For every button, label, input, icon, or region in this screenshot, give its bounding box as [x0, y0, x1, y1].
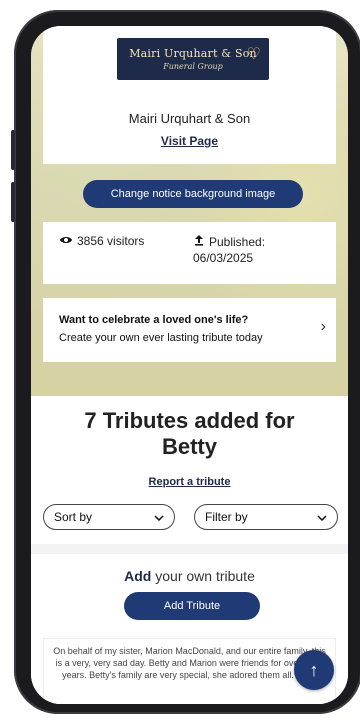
upload-icon: [193, 234, 205, 250]
add-tribute-heading: Add your own tribute: [43, 568, 336, 584]
filter-select[interactable]: Filter by: [194, 504, 338, 530]
published-stat: Published: 06/03/2025: [193, 234, 265, 266]
tributes-heading-line2: Betty: [161, 434, 217, 459]
heart-icon: ♡: [246, 46, 261, 63]
side-button: [11, 182, 15, 222]
add-tribute-strong: Add: [124, 568, 152, 584]
chevron-down-icon: [317, 510, 327, 524]
arrow-up-icon: ↑: [309, 659, 319, 680]
stats-card: 3856 visitors Published: 06/03/2025: [43, 222, 336, 284]
sort-select[interactable]: Sort by: [43, 504, 175, 530]
logo-title: Mairi Urquhart & Son: [129, 47, 257, 60]
org-name: Mairi Urquhart & Son: [128, 111, 251, 126]
report-tribute-link[interactable]: Report a tribute: [31, 476, 348, 488]
tributes-heading-line1: 7 Tributes added for: [84, 408, 295, 433]
phone-screen: Mairi Urquhart & Son Funeral Group ♡ Mai…: [31, 26, 348, 704]
tribute-card: On behalf of my sister, Marion MacDonald…: [43, 638, 336, 704]
chevron-right-icon: ›: [320, 318, 326, 335]
eye-icon: [59, 234, 73, 248]
chevron-down-icon: [154, 510, 164, 524]
tribute-text: On behalf of my sister, Marion MacDonald…: [53, 646, 326, 680]
tributes-heading: 7 Tributes added for Betty: [31, 408, 348, 460]
published-date: 06/03/2025: [193, 251, 254, 265]
visit-page-link[interactable]: Visit Page: [43, 134, 336, 148]
promo-subtitle: Create your own ever lasting tribute tod…: [59, 332, 263, 344]
add-tribute-button[interactable]: Add Tribute: [124, 592, 260, 620]
add-tribute-card: Add your own tribute Add Tribute: [43, 562, 336, 622]
side-button: [11, 130, 15, 170]
change-background-button[interactable]: Change notice background image: [83, 180, 303, 208]
visitors-count: 3856 visitors: [77, 234, 145, 248]
published-label: Published:: [209, 235, 266, 249]
logo-subtitle: Funeral Group: [163, 62, 223, 71]
funeral-director-logo: Mairi Urquhart & Son Funeral Group ♡: [117, 38, 269, 80]
section-divider: [31, 544, 348, 554]
filter-label: Filter by: [205, 510, 248, 524]
tributes-section: 7 Tributes added for Betty Report a trib…: [31, 396, 348, 704]
add-tribute-rest: your own tribute: [151, 568, 255, 584]
visitors-stat: 3856 visitors: [59, 234, 144, 248]
promo-title: Want to celebrate a loved one's life?: [59, 314, 249, 326]
funeral-director-card: Mairi Urquhart & Son Funeral Group ♡ Mai…: [43, 26, 336, 164]
scroll-to-top-button[interactable]: ↑: [294, 650, 334, 690]
create-tribute-promo[interactable]: Want to celebrate a loved one's life? Cr…: [43, 298, 336, 362]
sort-label: Sort by: [54, 510, 93, 524]
